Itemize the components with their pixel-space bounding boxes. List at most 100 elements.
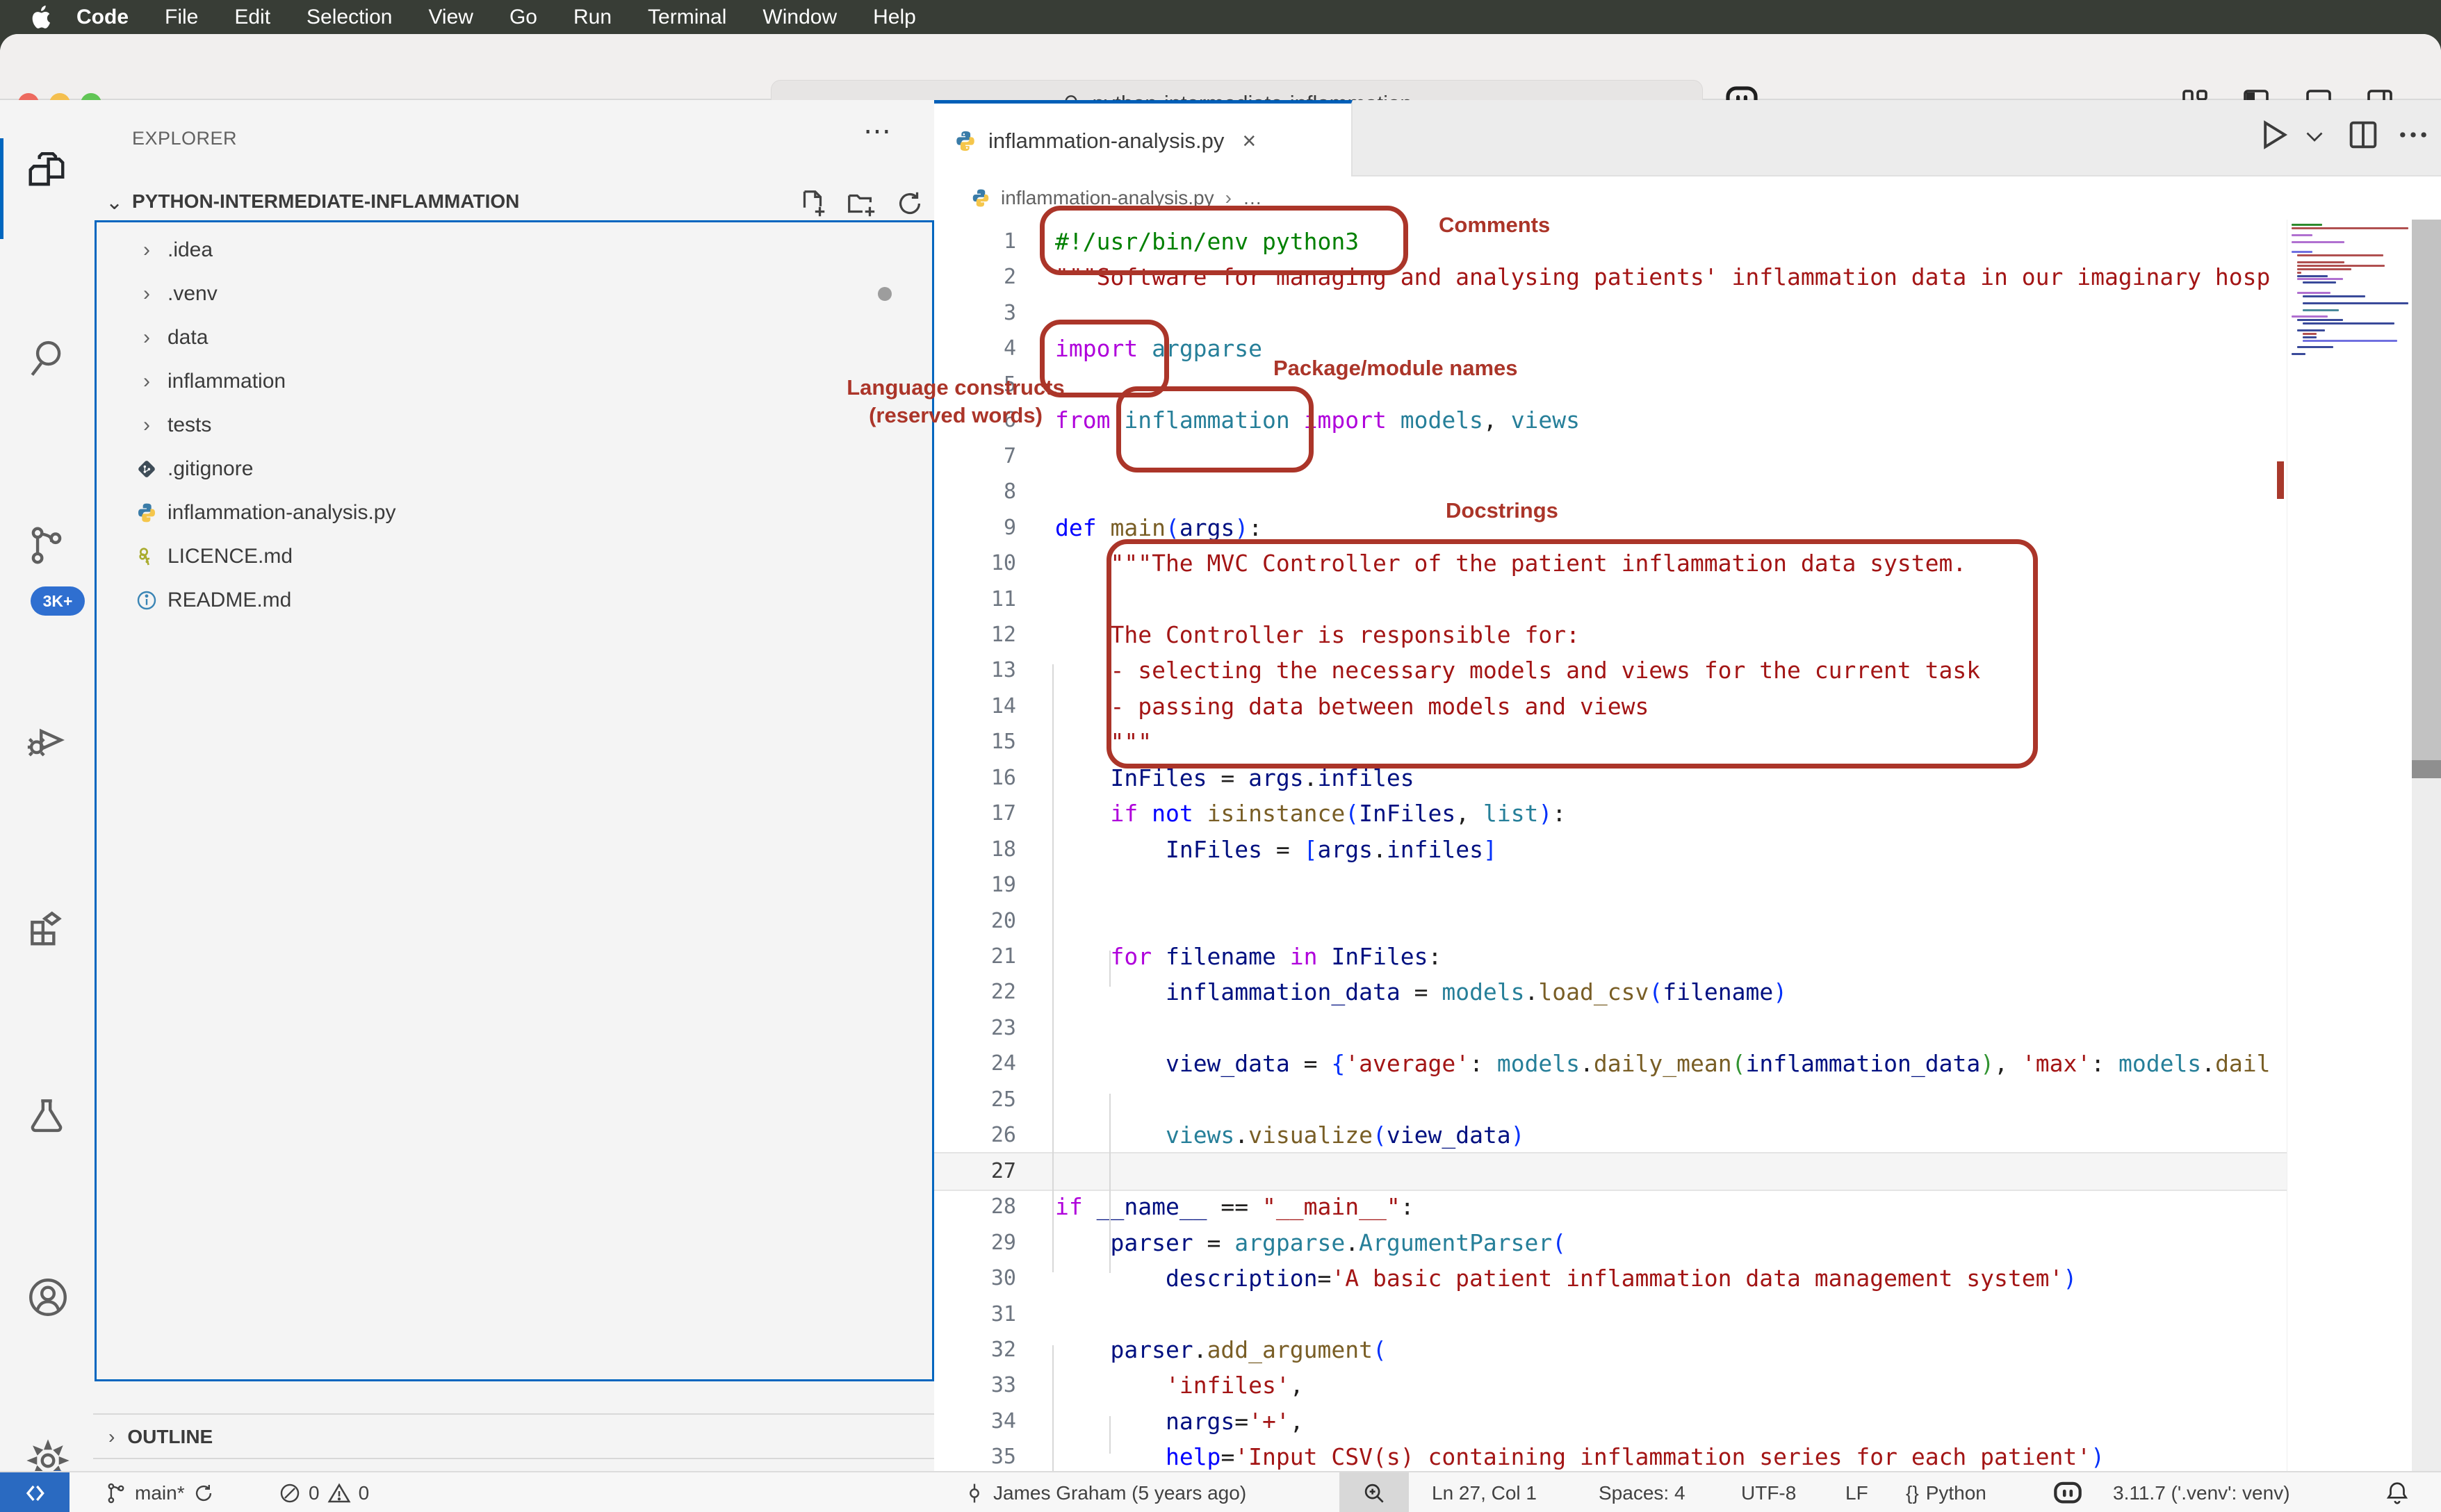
outline-section[interactable]: › OUTLINE — [93, 1413, 934, 1459]
notifications-bell-icon[interactable] — [2384, 1472, 2410, 1512]
menu-run[interactable]: Run — [555, 6, 630, 29]
current-line-highlight — [934, 1152, 2287, 1191]
menu-help[interactable]: Help — [855, 6, 934, 29]
code-line-33: 'infiles', — [1166, 1367, 1304, 1403]
editor-more-actions-icon[interactable] — [2395, 117, 2431, 153]
menu-view[interactable]: View — [410, 6, 491, 29]
key-file-icon — [133, 545, 161, 568]
tree-item-label: .venv — [168, 282, 218, 306]
eol-label: LF — [1845, 1482, 1868, 1504]
tree-item-data[interactable]: ›data — [97, 315, 928, 359]
menu-code[interactable]: Code — [58, 6, 147, 29]
tab-inflammation-analysis[interactable]: inflammation-analysis.py × — [934, 100, 1353, 179]
tree-item-inflammation-analysis-py[interactable]: inflammation-analysis.py — [97, 491, 928, 534]
tree-item--idea[interactable]: ›.idea — [97, 228, 928, 272]
run-python-file-icon[interactable] — [2255, 117, 2291, 153]
code-line-18: InFiles = [args.infiles] — [1166, 832, 1497, 867]
menu-terminal[interactable]: Terminal — [630, 6, 744, 29]
split-editor-icon[interactable] — [2345, 117, 2381, 153]
explorer-more-actions-icon[interactable]: ⋯ — [863, 115, 891, 147]
tree-item-readme-md[interactable]: README.md — [97, 578, 928, 622]
indentation-status[interactable]: Spaces: 4 — [1599, 1472, 1685, 1512]
menu-go[interactable]: Go — [491, 6, 555, 29]
indent-guide — [1109, 951, 1111, 987]
line-number: 27 — [954, 1159, 1016, 1183]
extensions-icon[interactable] — [25, 906, 68, 949]
new-folder-icon[interactable] — [845, 188, 877, 220]
git-branch-status[interactable]: main* — [104, 1472, 215, 1512]
minimap-line — [2292, 224, 2322, 226]
line-number: 7 — [954, 444, 1016, 468]
minimap-line — [2297, 268, 2351, 270]
menu-selection[interactable]: Selection — [288, 6, 410, 29]
minimap-line — [2303, 309, 2339, 311]
minimap[interactable] — [2287, 220, 2413, 1472]
tree-item--venv[interactable]: ›.venv — [97, 272, 928, 315]
problems-status[interactable]: 0 0 — [278, 1472, 369, 1512]
status-bar: main* 0 0 James Graham (5 years ago) Ln … — [0, 1471, 2441, 1512]
tree-item-licence-md[interactable]: LICENCE.md — [97, 534, 928, 578]
tree-item--gitignore[interactable]: .gitignore — [97, 447, 928, 491]
tab-strip: inflammation-analysis.py × — [934, 100, 2441, 176]
menu-file[interactable]: File — [147, 6, 216, 29]
new-file-icon[interactable] — [797, 188, 828, 220]
line-number: 20 — [954, 909, 1016, 933]
run-dropdown-chevron-icon[interactable] — [2302, 124, 2327, 149]
chevron-right-icon: › — [133, 413, 161, 437]
testing-icon[interactable] — [25, 1094, 68, 1137]
copilot-status-icon[interactable] — [2052, 1472, 2084, 1512]
indent-guide — [1052, 664, 1054, 1272]
menu-edit[interactable]: Edit — [216, 6, 288, 29]
search-view-icon[interactable] — [25, 336, 68, 379]
sync-icon — [192, 1481, 215, 1505]
cursor-position: Ln 27, Col 1 — [1432, 1482, 1537, 1504]
cursor-position-status[interactable]: Ln 27, Col 1 — [1432, 1472, 1537, 1512]
line-number: 32 — [954, 1338, 1016, 1362]
blame-text: James Graham (5 years ago) — [993, 1482, 1246, 1504]
minimap-line — [2297, 261, 2344, 263]
git-blame-status[interactable]: James Graham (5 years ago) — [963, 1472, 1246, 1512]
vertical-scrollbar[interactable] — [2412, 220, 2441, 1472]
encoding-label: UTF-8 — [1741, 1482, 1796, 1504]
remote-indicator[interactable] — [0, 1472, 70, 1512]
annotation-label-comments: Comments — [1439, 213, 1550, 238]
refresh-icon[interactable] — [894, 188, 926, 220]
minimap-line — [2303, 340, 2397, 342]
explorer-icon[interactable] — [25, 150, 68, 193]
account-icon[interactable] — [25, 1274, 71, 1320]
indent-guide — [1109, 1094, 1111, 1273]
line-number: 8 — [954, 479, 1016, 504]
menu-window[interactable]: Window — [744, 6, 855, 29]
encoding-status[interactable]: UTF-8 — [1741, 1472, 1796, 1512]
line-number: 29 — [954, 1231, 1016, 1255]
run-debug-icon[interactable] — [25, 718, 68, 762]
macos-menu-bar: CodeFileEditSelectionViewGoRunTerminalWi… — [0, 0, 2441, 34]
code-line-30: description='A basic patient inflammatio… — [1166, 1260, 2077, 1296]
minimap-line — [2292, 315, 2328, 318]
apple-icon[interactable] — [31, 6, 51, 29]
tab-close-icon[interactable]: × — [1242, 128, 1256, 155]
language-mode-status[interactable]: {} Python — [1906, 1472, 1986, 1512]
minimap-line — [2303, 333, 2317, 335]
annotation-label-package: Package/module names — [1273, 356, 1518, 381]
minimap-line — [2292, 353, 2305, 355]
branch-name: main* — [135, 1482, 185, 1504]
annotation-box-comments — [1040, 206, 1408, 275]
source-control-icon[interactable] — [25, 524, 68, 567]
line-number: 35 — [954, 1445, 1016, 1469]
minimap-line — [2303, 336, 2317, 338]
line-number: 17 — [954, 801, 1016, 825]
chevron-right-icon: › — [108, 1426, 115, 1448]
chevron-right-icon: › — [133, 370, 161, 393]
tree-item-label: .gitignore — [168, 457, 253, 481]
tree-item-label: tests — [168, 413, 211, 437]
git-file-icon — [133, 458, 161, 480]
chevron-right-icon: › — [133, 326, 161, 350]
eol-status[interactable]: LF — [1845, 1472, 1868, 1512]
python-interpreter-status[interactable]: 3.11.7 ('.venv': venv) — [2113, 1472, 2290, 1512]
minimap-line — [2297, 346, 2333, 348]
explorer-header: EXPLORER — [132, 128, 237, 149]
zoom-status-button[interactable] — [1339, 1472, 1409, 1512]
vertical-scrollbar-thumb[interactable] — [2412, 220, 2441, 775]
spaces-label: Spaces: 4 — [1599, 1482, 1685, 1504]
